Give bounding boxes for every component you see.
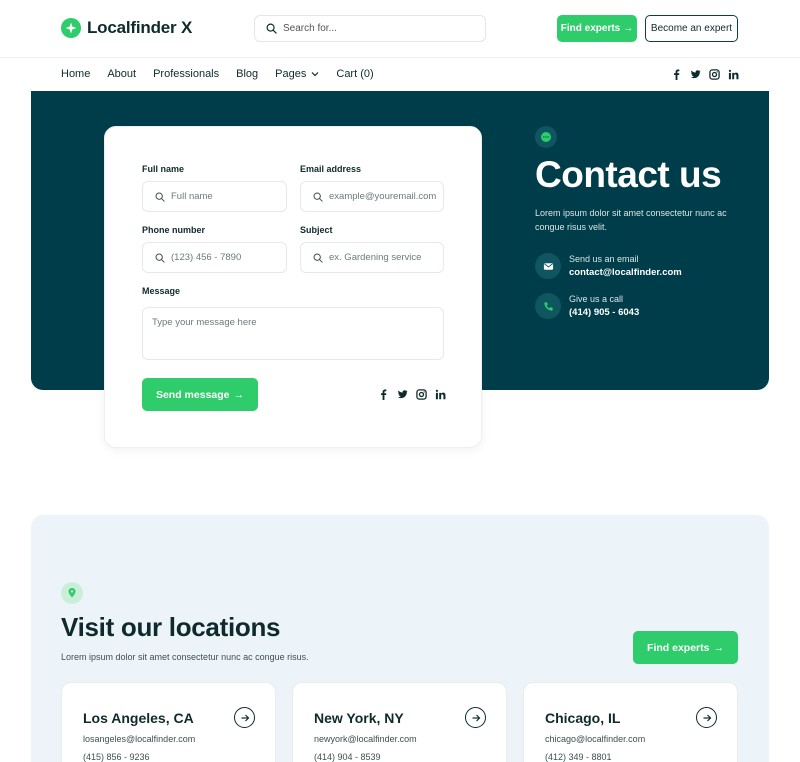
phone-icon (535, 293, 561, 319)
logo-text: Localfinder X (87, 18, 193, 37)
location-card[interactable]: Chicago, IL chicago@localfinder.com (412… (523, 682, 738, 762)
message-label: Message (142, 286, 181, 296)
full-name-input[interactable] (171, 191, 286, 202)
send-message-button[interactable]: Send message → (142, 378, 258, 411)
contact-email-link[interactable]: contact@localfinder.com (569, 267, 682, 278)
city-email[interactable]: newyork@localfinder.com (314, 734, 417, 744)
nav-item-pages[interactable]: Pages (275, 68, 319, 80)
location-pin-icon (61, 582, 83, 604)
contact-description: Lorem ipsum dolor sit amet consectetur n… (535, 208, 727, 232)
search-input[interactable] (283, 23, 473, 34)
nav-item-professionals[interactable]: Professionals (153, 68, 219, 80)
subject-input[interactable] (329, 252, 443, 263)
subject-label: Subject (300, 225, 333, 235)
chat-bubble-icon (535, 126, 557, 148)
city-phone[interactable]: (414) 904 - 8539 (314, 752, 381, 762)
message-textarea[interactable] (142, 307, 444, 360)
locations-find-experts-button[interactable]: Find experts → (633, 631, 738, 664)
header-social-links (671, 69, 739, 80)
become-expert-button[interactable]: Become an expert (645, 15, 738, 42)
main-nav: Home About Professionals Blog Pages Cart… (0, 59, 800, 91)
nav-item-pages-label: Pages (275, 68, 307, 80)
linkedin-icon[interactable] (728, 69, 739, 80)
arrow-circle-icon[interactable] (234, 707, 255, 728)
arrow-right-icon: → (623, 23, 634, 34)
contact-form: Full name Email address Phone number Sub… (104, 126, 482, 448)
instagram-icon[interactable] (709, 69, 720, 80)
twitter-icon[interactable] (397, 389, 408, 400)
instagram-icon[interactable] (416, 389, 427, 400)
become-expert-label: Become an expert (650, 23, 733, 34)
phone-field[interactable] (142, 242, 287, 273)
phone-label: Phone number (142, 225, 206, 235)
find-experts-button[interactable]: Find experts → (557, 15, 637, 42)
logo[interactable]: Localfinder X (61, 18, 192, 38)
locations-title: Visit our locations (61, 612, 281, 642)
search-icon (313, 192, 323, 202)
search-icon (266, 23, 277, 34)
facebook-icon[interactable] (671, 69, 682, 80)
city-phone[interactable]: (415) 856 - 9236 (83, 752, 150, 762)
email-field[interactable] (300, 181, 444, 212)
arrow-right-icon: → (713, 641, 724, 654)
search-bar[interactable] (254, 15, 486, 42)
arrow-circle-icon[interactable] (696, 707, 717, 728)
search-icon (313, 253, 323, 263)
search-icon (155, 253, 165, 263)
city-name: Chicago, IL (545, 710, 621, 726)
nav-item-blog[interactable]: Blog (236, 68, 258, 80)
header: Localfinder X Find experts → Become an e… (0, 0, 800, 58)
location-card[interactable]: New York, NY newyork@localfinder.com (41… (292, 682, 507, 762)
send-message-label: Send message (155, 388, 230, 401)
logo-star-icon (61, 18, 81, 38)
contact-email-row: Send us an email contact@localfinder.com (535, 253, 682, 279)
nav-item-home[interactable]: Home (61, 68, 90, 80)
nav-item-about[interactable]: About (107, 68, 136, 80)
phone-input[interactable] (171, 252, 286, 263)
linkedin-icon[interactable] (435, 389, 446, 400)
city-name: New York, NY (314, 710, 404, 726)
arrow-circle-icon[interactable] (465, 707, 486, 728)
full-name-field[interactable] (142, 181, 287, 212)
email-label: Email address (300, 164, 362, 174)
search-icon (155, 192, 165, 202)
contact-phone-row: Give us a call (414) 905 - 6043 (535, 293, 639, 319)
subject-field[interactable] (300, 242, 444, 273)
email-input[interactable] (329, 191, 443, 202)
city-email[interactable]: chicago@localfinder.com (545, 734, 645, 744)
arrow-right-icon: → (233, 388, 245, 401)
chevron-down-icon (311, 72, 319, 77)
find-experts-label: Find experts (560, 23, 621, 34)
twitter-icon[interactable] (690, 69, 701, 80)
location-card[interactable]: Los Angeles, CA losangeles@localfinder.c… (61, 682, 276, 762)
facebook-icon[interactable] (378, 389, 389, 400)
email-prompt: Send us an email (569, 254, 639, 264)
envelope-icon (535, 253, 561, 279)
full-name-label: Full name (142, 164, 185, 174)
city-name: Los Angeles, CA (83, 710, 194, 726)
form-social-links (378, 389, 446, 400)
nav-item-cart[interactable]: Cart (0) (336, 68, 373, 80)
locations-find-experts-label: Find experts (647, 641, 710, 654)
locations-description: Lorem ipsum dolor sit amet consectetur n… (61, 652, 309, 662)
page-title: Contact us (535, 154, 722, 195)
contact-phone-link[interactable]: (414) 905 - 6043 (569, 307, 639, 318)
call-prompt: Give us a call (569, 294, 624, 304)
city-phone[interactable]: (412) 349 - 8801 (545, 752, 612, 762)
city-email[interactable]: losangeles@localfinder.com (83, 734, 195, 744)
